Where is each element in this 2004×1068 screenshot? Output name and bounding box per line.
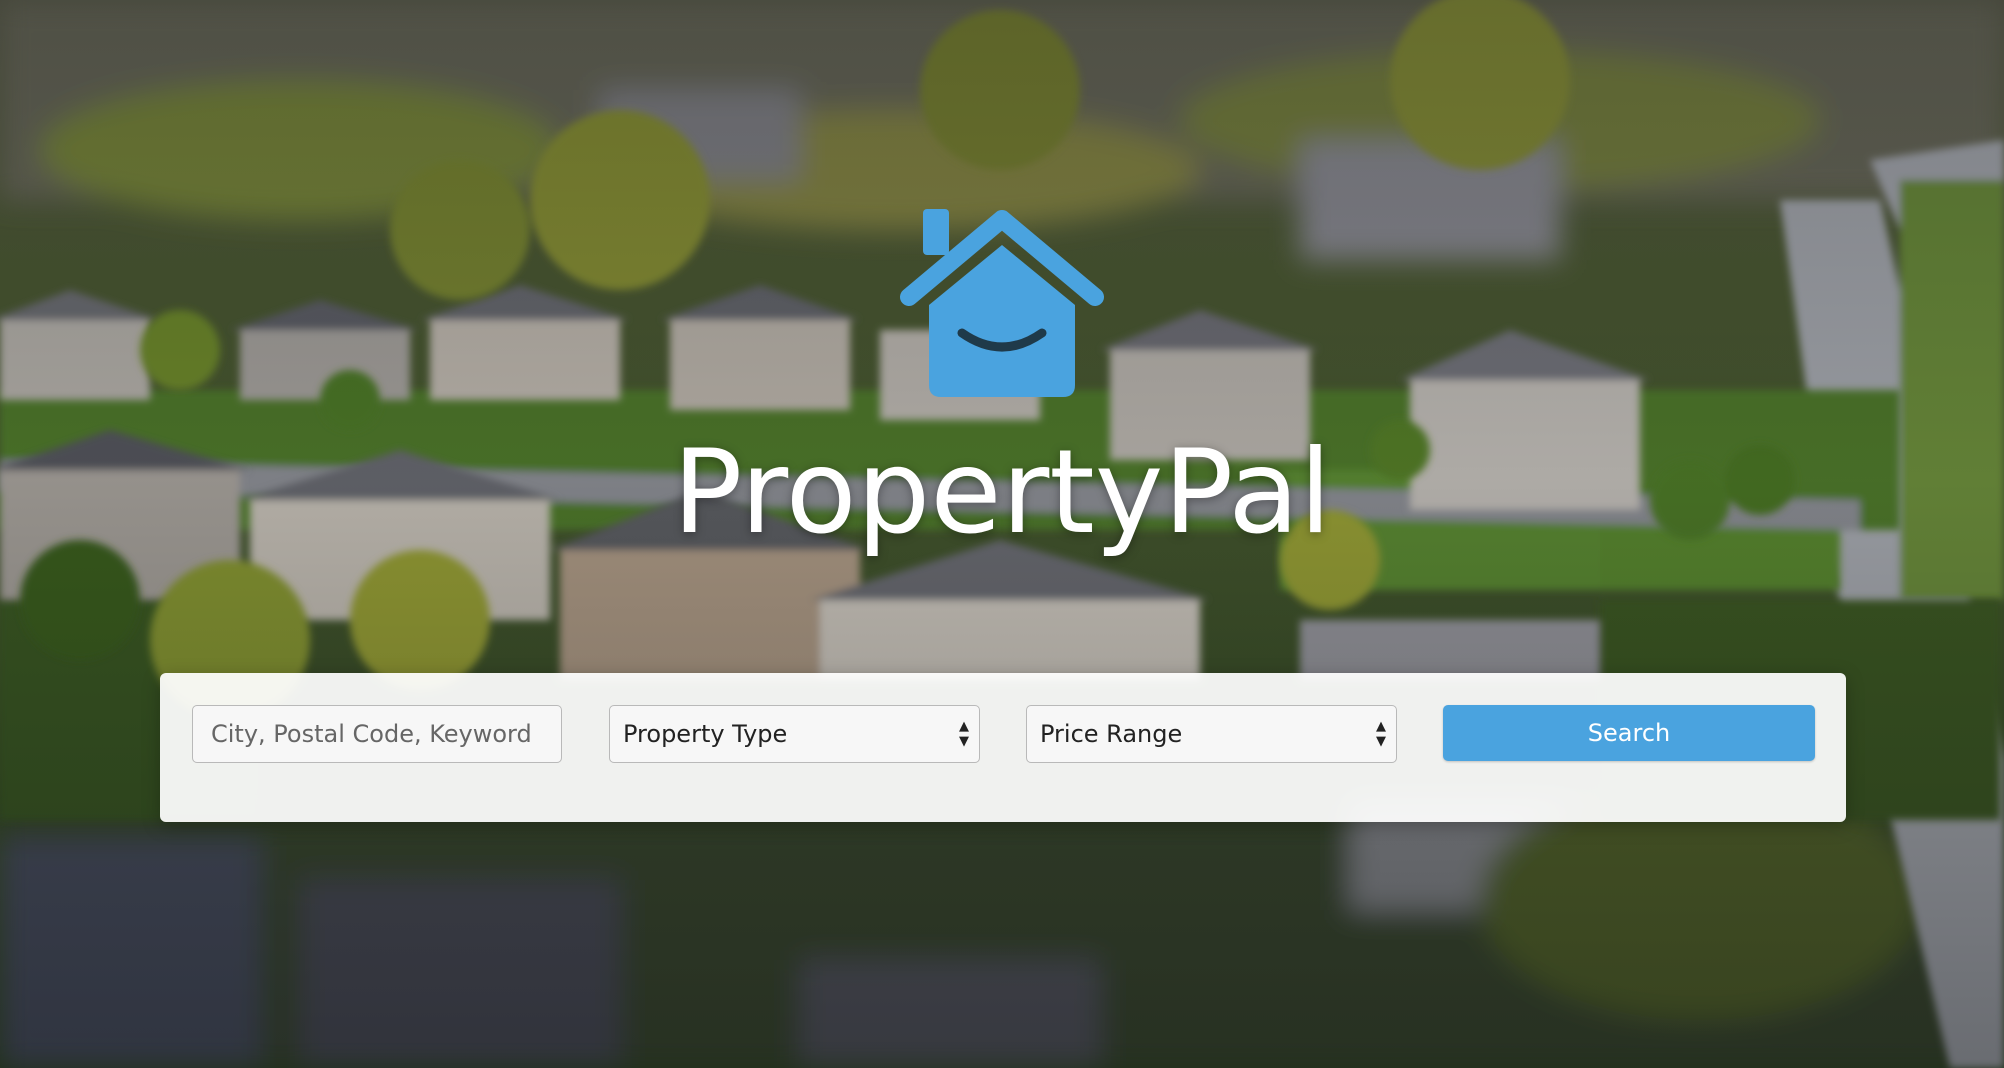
search-panel: Property Type ▲▼ Price Range ▲▼ Search (160, 673, 1846, 822)
updown-arrows-icon: ▲ ▼ (959, 718, 969, 749)
keyword-search-input[interactable] (192, 705, 562, 763)
property-type-selected-label: Property Type (623, 720, 788, 748)
house-smile-icon (900, 209, 1104, 397)
search-button[interactable]: Search (1443, 705, 1815, 761)
price-range-select[interactable]: Price Range ▲ ▼ (1026, 705, 1397, 763)
property-type-select[interactable]: Property Type ▲ ▼ (609, 705, 980, 763)
brand-header: PropertyPal (0, 205, 2004, 553)
updown-arrows-icon: ▲ ▼ (1376, 718, 1386, 749)
hero-section: PropertyPal Property Type ▲▼ Price Range… (0, 0, 2004, 1068)
price-range-selected-label: Price Range (1040, 720, 1183, 748)
brand-name: PropertyPal (672, 425, 1332, 560)
